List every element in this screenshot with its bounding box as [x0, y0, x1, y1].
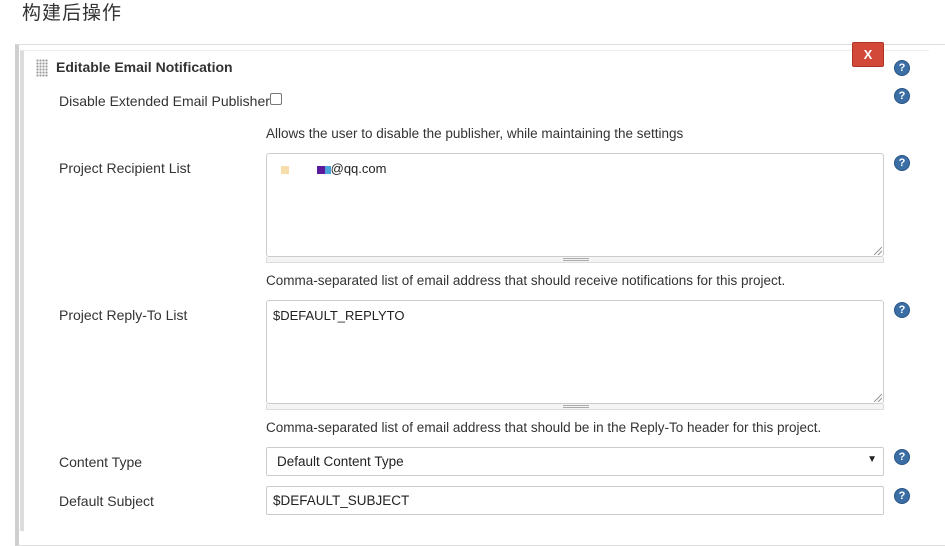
default-subject-label: Default Subject [59, 493, 154, 509]
disable-publisher-label: Disable Extended Email Publisher [59, 93, 270, 109]
default-subject-input[interactable]: $DEFAULT_SUBJECT [266, 486, 884, 515]
textarea-grip[interactable] [266, 404, 884, 410]
resize-handle[interactable] [874, 394, 882, 402]
content-type-selected: Default Content Type [277, 454, 404, 469]
dropdown-caret-icon: ▼ [867, 454, 877, 465]
disable-publisher-description: Allows the user to disable the publisher… [266, 126, 684, 141]
help-icon[interactable]: ? [894, 155, 910, 171]
recipient-list-label: Project Recipient List [59, 160, 191, 176]
textarea-grip[interactable] [266, 257, 884, 263]
delete-button[interactable]: X [852, 42, 884, 67]
default-subject-value: $DEFAULT_SUBJECT [273, 493, 410, 508]
drag-handle[interactable] [36, 59, 48, 77]
reply-to-list-label: Project Reply-To List [59, 307, 188, 323]
recipient-list-value: @qq.com [330, 161, 387, 176]
redacted-mark [281, 165, 289, 174]
recipient-list-description: Comma-separated list of email address th… [266, 273, 786, 288]
block-title: Editable Email Notification [56, 59, 233, 75]
recipient-list-textarea[interactable]: @qq.com [266, 153, 884, 257]
reply-to-list-value: $DEFAULT_REPLYTO [273, 308, 405, 323]
help-icon[interactable]: ? [894, 60, 910, 76]
disable-publisher-checkbox[interactable] [270, 93, 282, 105]
resize-handle[interactable] [874, 247, 882, 255]
reply-to-list-description: Comma-separated list of email address th… [266, 420, 822, 435]
content-type-select[interactable]: Default Content Type ▼ [266, 447, 884, 476]
help-icon[interactable]: ? [894, 449, 910, 465]
help-icon[interactable]: ? [894, 88, 910, 104]
content-type-label: Content Type [59, 454, 143, 470]
redacted-mark [316, 165, 325, 174]
help-icon[interactable]: ? [894, 302, 910, 318]
help-icon[interactable]: ? [894, 488, 910, 504]
reply-to-list-textarea[interactable]: $DEFAULT_REPLYTO [266, 300, 884, 404]
section-heading: 构建后操作 [22, 2, 123, 24]
